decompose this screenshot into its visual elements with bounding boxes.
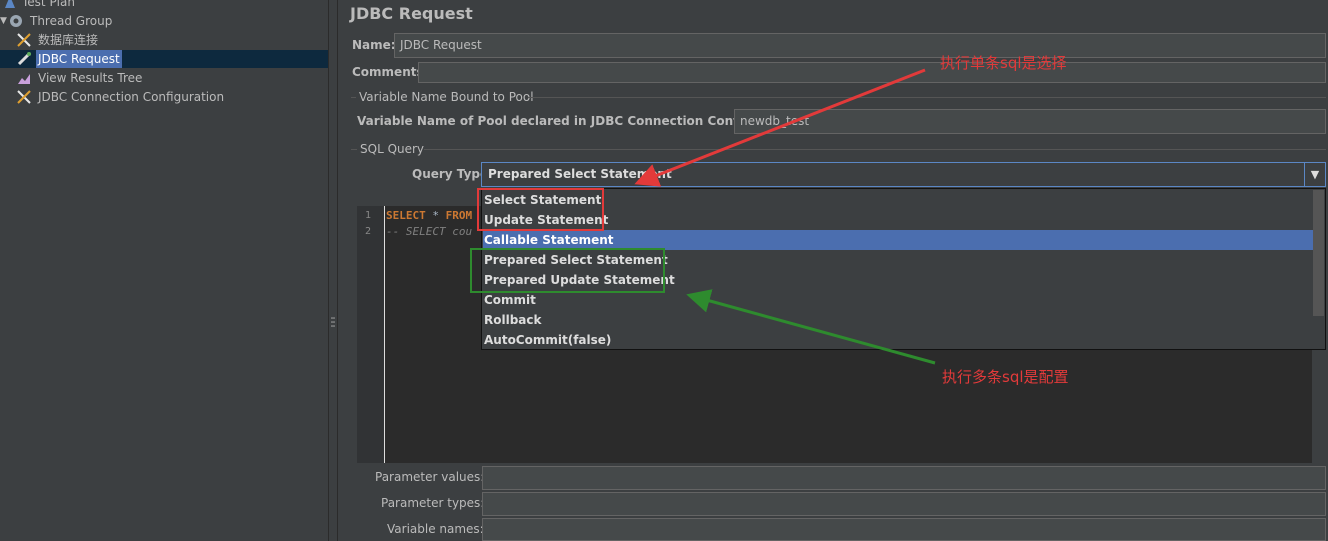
green-arrow bbox=[686, 289, 936, 365]
red-arrow bbox=[634, 68, 926, 187]
single-sql-note: 执行单条sql是选择 bbox=[940, 54, 1067, 72]
annotation-arrows bbox=[634, 68, 936, 365]
multi-sql-note: 执行多条sql是配置 bbox=[942, 368, 1069, 386]
